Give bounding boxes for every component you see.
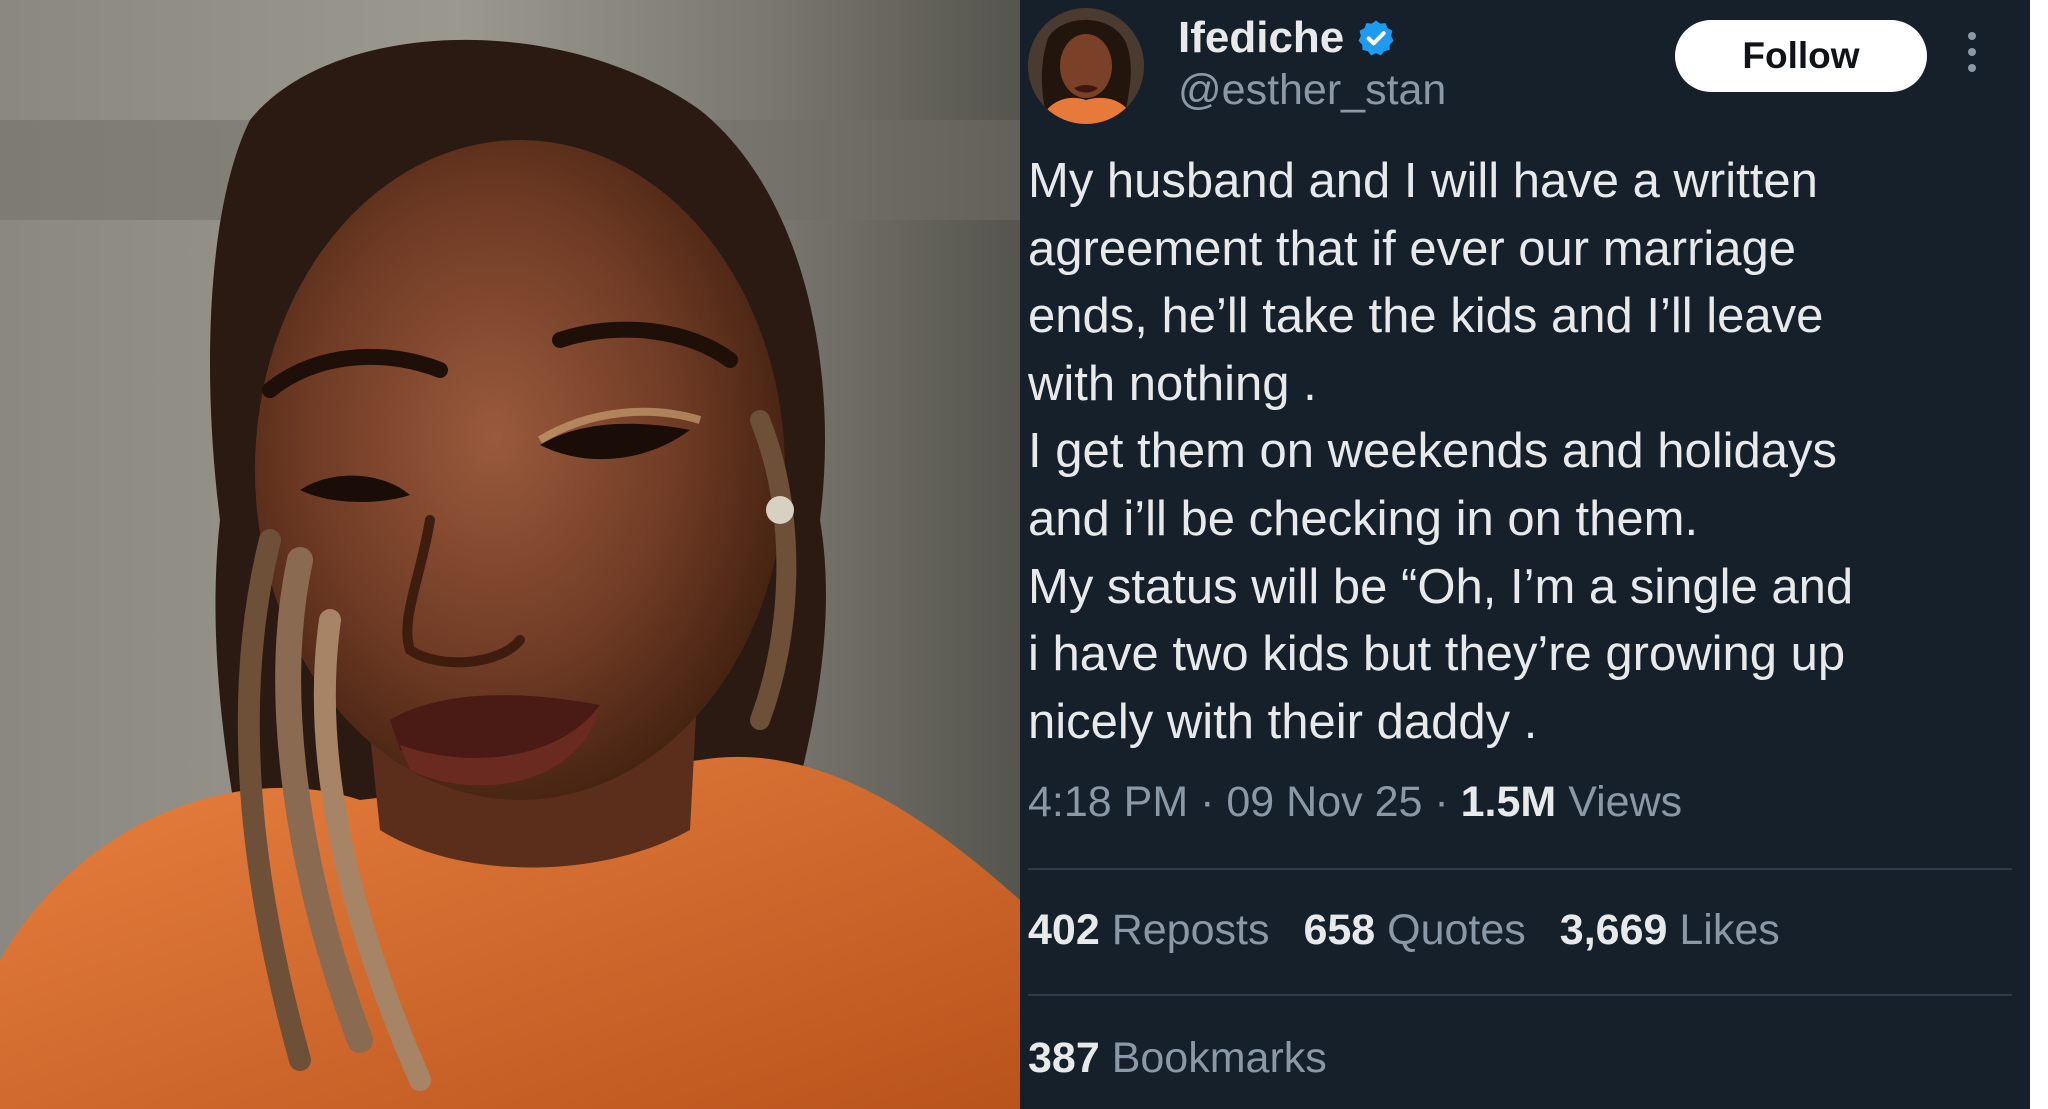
bookmarks-stat[interactable]: 387 Bookmarks	[1028, 1028, 1327, 1088]
tweet-time[interactable]: 4:18 PM	[1028, 778, 1188, 826]
quotes-count: 658	[1303, 906, 1376, 954]
reposts-label: Reposts	[1111, 906, 1270, 954]
tweet-text-line: I get them on weekends and holidays	[1028, 424, 1838, 479]
tweet-text-line: My status will be “Oh, I’m a single and	[1028, 559, 1854, 614]
likes-label: Likes	[1679, 906, 1780, 954]
author-display-name[interactable]: Ifediche	[1178, 10, 1344, 66]
bookmarks-count: 387	[1028, 1034, 1100, 1082]
tweet-date[interactable]: 09 Nov 25	[1226, 778, 1422, 826]
tweet-text-line: i have two kids but they’re growing up	[1028, 627, 1846, 682]
tweet-text-line: ends, he’ll take the kids and I’ll leave	[1028, 289, 1824, 344]
divider	[1028, 994, 2012, 996]
tweet-text-line: agreement that if ever our marriage	[1028, 221, 1797, 276]
reposts-count: 402	[1028, 906, 1100, 954]
engagement-stats: 402 Reposts 658 Quotes 3,669 Likes	[1028, 900, 1780, 960]
follow-button[interactable]: Follow	[1675, 20, 1927, 92]
author-name-row: Ifediche	[1178, 10, 1396, 66]
tweet-text-line: with nothing .	[1028, 356, 1317, 411]
photo-illustration	[0, 0, 1020, 1109]
avatar-image	[1028, 8, 1144, 124]
quotes-label: Quotes	[1387, 906, 1526, 954]
author-avatar[interactable]	[1028, 8, 1144, 124]
profile-photo	[0, 0, 1020, 1109]
divider	[1028, 868, 2012, 870]
tweet-text: My husband and I will have a written agr…	[1028, 148, 2008, 756]
likes-stat[interactable]: 3,669 Likes	[1560, 900, 1780, 960]
bookmarks-label: Bookmarks	[1111, 1034, 1327, 1082]
author-handle[interactable]: @esther_stan	[1178, 62, 1446, 118]
more-options-icon[interactable]	[1962, 32, 1982, 82]
meta-separator: ·	[1434, 778, 1449, 826]
quotes-stat[interactable]: 658 Quotes	[1303, 900, 1525, 960]
views-count: 1.5M	[1460, 778, 1557, 826]
verified-badge-icon	[1358, 20, 1394, 56]
tweet-text-line: nicely with their daddy .	[1028, 694, 1538, 749]
page-edge	[2030, 0, 2048, 1109]
tweet-meta: 4:18 PM · 09 Nov 25 · 1.5M Views	[1028, 772, 1682, 832]
views-label: Views	[1568, 778, 1683, 826]
tweet-text-line: My husband and I will have a written	[1028, 154, 1818, 208]
tweet-text-line: and i’ll be checking in on them.	[1028, 491, 1699, 546]
reposts-stat[interactable]: 402 Reposts	[1028, 900, 1269, 960]
meta-separator: ·	[1200, 778, 1215, 826]
tweet-card: Ifediche @esther_stan Follow My husband …	[1020, 0, 2030, 1109]
likes-count: 3,669	[1559, 906, 1668, 954]
